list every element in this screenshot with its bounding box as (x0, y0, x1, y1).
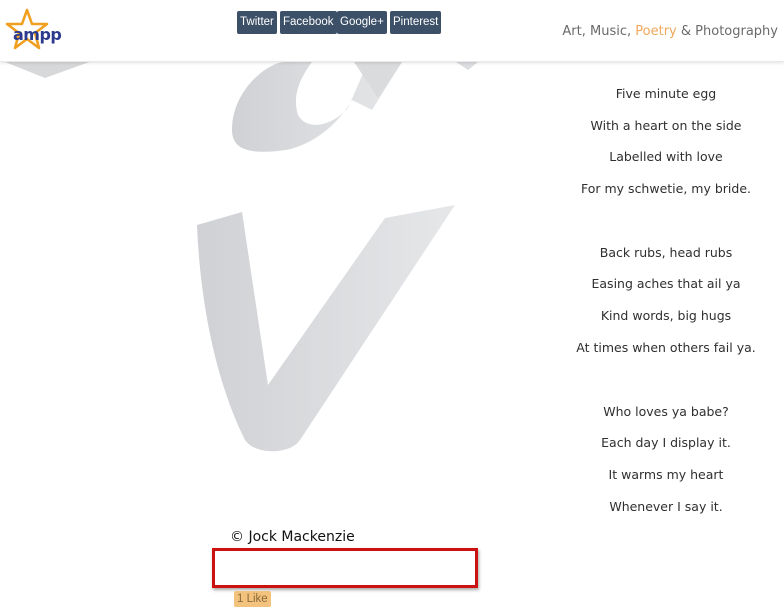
copyright-text: © Jock Mackenzie (230, 529, 355, 545)
poem-line: Kind words, big hugs (600, 308, 732, 324)
poem-line: For my schwetie, my bride. (581, 181, 751, 197)
stanza-gap (566, 205, 766, 237)
poem-line: Each day I display it. (601, 435, 731, 451)
poem-body: Five minute egg With a heart on the side… (566, 78, 766, 522)
share-googleplus-button[interactable]: Google+ (337, 11, 387, 34)
share-highlight-box (212, 548, 478, 588)
nav-poetry[interactable]: Poetry (635, 24, 676, 39)
site-logo[interactable]: ampp (4, 8, 62, 54)
poem-line: With a heart on the side (590, 117, 742, 133)
nav-music[interactable]: Music, (590, 24, 631, 39)
nav-photography[interactable]: & Photography (681, 24, 778, 39)
logo-text: ampp (13, 25, 62, 44)
poem-line: Five minute egg (615, 86, 717, 101)
poem-line: Easing aches that ail ya (591, 276, 741, 292)
poem-line: Whenever I say it. (609, 498, 723, 514)
share-facebook-button[interactable]: Facebook (280, 11, 337, 34)
stanza-gap (566, 364, 766, 396)
poem-line: At times when others fail ya. (576, 339, 756, 355)
like-button[interactable]: 1 Like (234, 591, 271, 607)
share-pinterest-button[interactable]: Pinterest (390, 11, 442, 34)
poem-line: It warms my heart (608, 466, 724, 482)
nav-art[interactable]: Art, (562, 24, 585, 39)
poem-line: Who loves ya babe? (603, 403, 729, 419)
main-nav: Art, Music, Poetry & Photography (562, 24, 778, 39)
poem-line: Labelled with love (609, 149, 723, 165)
poem-line: Back rubs, head rubs (599, 244, 733, 260)
share-twitter-button[interactable]: Twitter (237, 11, 277, 34)
